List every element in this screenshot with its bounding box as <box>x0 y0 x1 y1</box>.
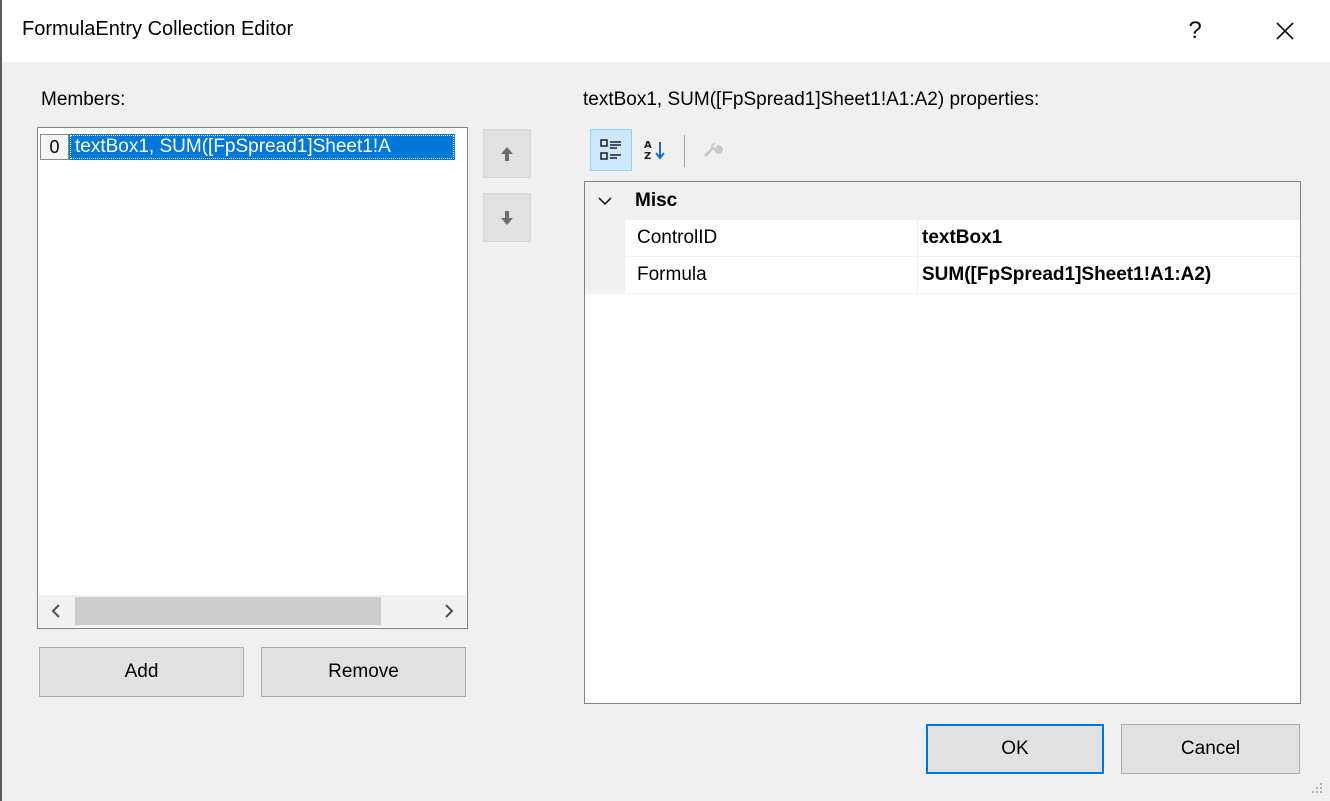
wrench-icon <box>704 142 723 157</box>
toolbar-separator <box>684 135 685 167</box>
arrow-down-icon <box>501 210 513 225</box>
add-button[interactable]: Add <box>39 647 244 697</box>
svg-text:A: A <box>644 140 652 151</box>
row-gutter <box>585 220 625 256</box>
property-row-controlid[interactable]: ControlID textBox1 <box>585 220 1300 257</box>
window-title: FormulaEntry Collection Editor <box>22 18 294 40</box>
chevron-right-icon <box>445 604 454 618</box>
chevron-left-icon <box>51 604 60 618</box>
collection-editor-dialog: FormulaEntry Collection Editor ? Members… <box>0 0 1330 801</box>
move-down-button[interactable] <box>483 193 531 242</box>
remove-button[interactable]: Remove <box>261 647 466 697</box>
categorized-icon <box>600 139 621 160</box>
scrollbar-thumb[interactable] <box>75 597 381 625</box>
category-misc[interactable]: Misc <box>585 182 1300 220</box>
svg-text:Z: Z <box>644 151 651 162</box>
cancel-button[interactable]: Cancel <box>1121 724 1300 774</box>
title-bar: FormulaEntry Collection Editor ? <box>2 0 1330 62</box>
move-up-button[interactable] <box>483 129 531 178</box>
resize-grip-icon[interactable] <box>1308 779 1324 795</box>
property-grid[interactable]: Misc ControlID textBox1 Formula SUM([FpS… <box>584 181 1301 704</box>
category-label: Misc <box>635 190 678 211</box>
scroll-left-button[interactable] <box>39 595 73 627</box>
property-value[interactable]: textBox1 <box>918 220 1300 256</box>
member-text: textBox1, SUM([FpSpread1]Sheet1!A <box>69 134 455 160</box>
members-list[interactable]: 0 textBox1, SUM([FpSpread1]Sheet1!A <box>37 127 468 629</box>
property-name: Formula <box>625 257 918 293</box>
categorized-button[interactable] <box>590 129 632 171</box>
property-row-formula[interactable]: Formula SUM([FpSpread1]Sheet1!A1:A2) <box>585 257 1300 294</box>
member-index: 0 <box>40 134 69 160</box>
scroll-right-button[interactable] <box>432 595 466 627</box>
close-icon <box>1276 22 1294 40</box>
list-item[interactable]: 0 textBox1, SUM([FpSpread1]Sheet1!A <box>40 134 455 162</box>
arrow-up-icon <box>501 146 513 161</box>
alphabetical-icon: A Z <box>644 140 665 162</box>
alphabetical-button[interactable]: A Z <box>634 129 676 171</box>
row-gutter <box>585 257 625 293</box>
property-name: ControlID <box>625 220 918 256</box>
ok-button[interactable]: OK <box>926 724 1104 774</box>
property-pages-button <box>692 129 734 171</box>
properties-label: textBox1, SUM([FpSpread1]Sheet1!A1:A2) p… <box>583 89 1040 110</box>
chevron-down-icon[interactable] <box>598 196 612 206</box>
members-label: Members: <box>41 89 126 110</box>
property-value[interactable]: SUM([FpSpread1]Sheet1!A1:A2) <box>918 257 1300 293</box>
horizontal-scrollbar[interactable] <box>39 595 466 627</box>
help-button[interactable]: ? <box>1170 8 1220 54</box>
close-button[interactable] <box>1260 8 1310 54</box>
property-grid-toolbar: A Z <box>584 129 734 175</box>
